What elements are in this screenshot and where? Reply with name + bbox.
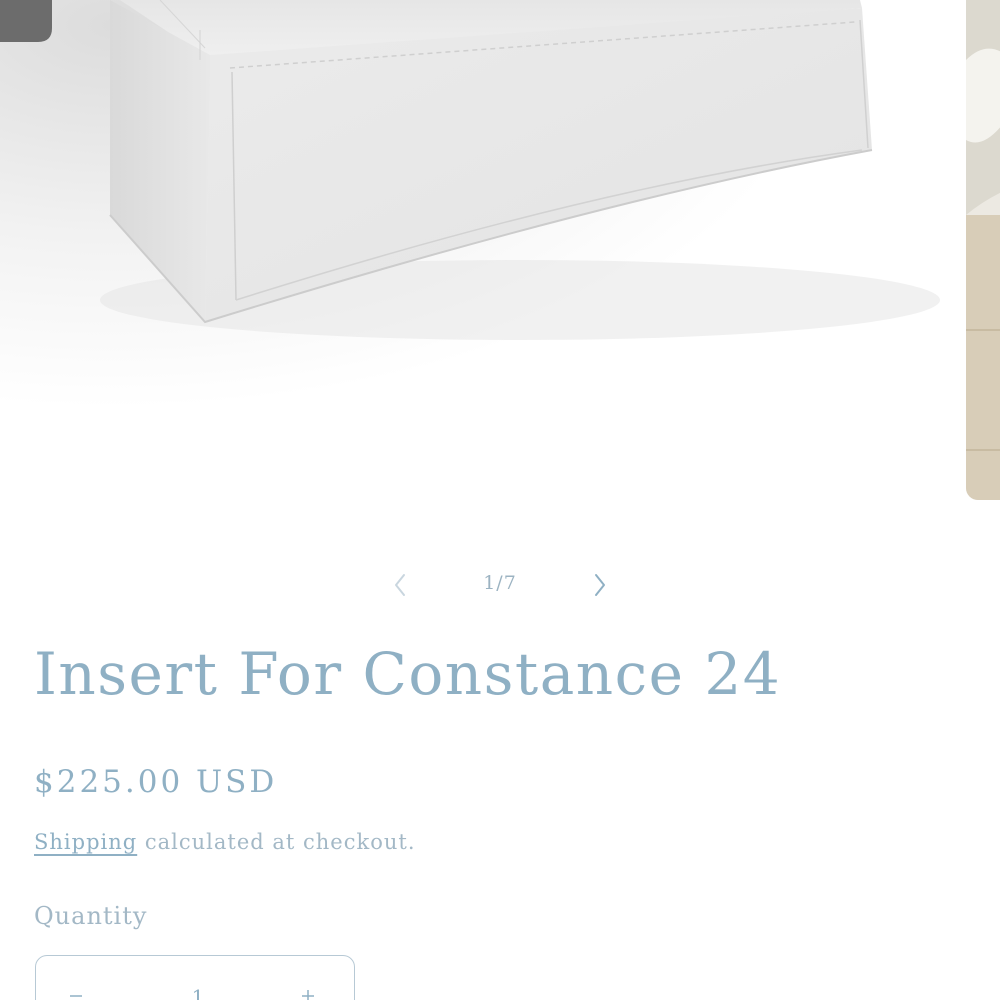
product-image[interactable] <box>0 0 950 510</box>
decrease-quantity-button[interactable] <box>66 986 86 1000</box>
next-slide-button[interactable] <box>585 570 615 600</box>
slide-counter: 1/7 <box>483 572 517 594</box>
chevron-right-icon <box>595 574 605 596</box>
shipping-text: calculated at checkout. <box>137 830 416 854</box>
quantity-stepper <box>35 955 355 1000</box>
previous-slide-button[interactable] <box>385 570 415 600</box>
plus-icon <box>302 990 314 1000</box>
product-page: 1/7 Insert For Constance 24 $225.00 USD … <box>0 0 1000 1000</box>
product-price: $225.00 USD <box>34 764 278 800</box>
next-slide-thumbnail[interactable] <box>966 0 1000 500</box>
shipping-note: Shipping calculated at checkout. <box>34 830 416 854</box>
chevron-left-icon <box>395 574 405 596</box>
quantity-input[interactable] <box>176 984 220 1000</box>
slider-controls: 1/7 <box>0 560 1000 610</box>
quantity-label: Quantity <box>34 902 148 930</box>
minus-icon <box>70 995 82 997</box>
increase-quantity-button[interactable] <box>298 986 318 1000</box>
product-title: Insert For Constance 24 <box>34 640 782 708</box>
product-gallery[interactable] <box>0 0 1000 510</box>
shipping-link[interactable]: Shipping <box>34 830 137 854</box>
